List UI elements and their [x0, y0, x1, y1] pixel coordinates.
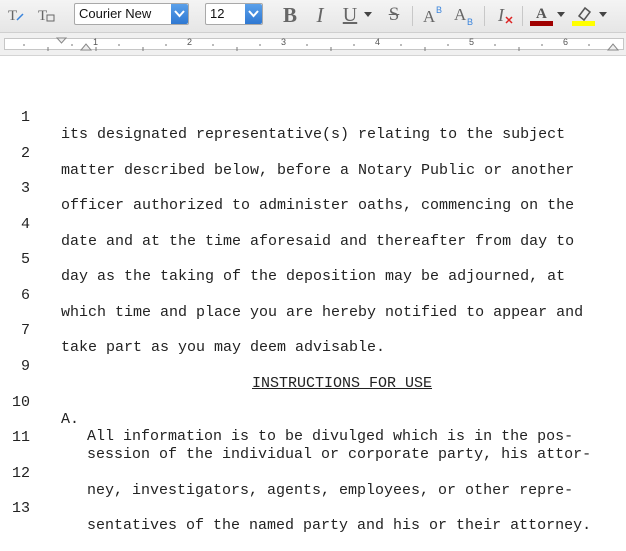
- svg-text:T: T: [8, 8, 17, 24]
- subscript-icon[interactable]: AB: [452, 3, 476, 27]
- document-line: 1 its designated representative(s) relat…: [0, 92, 626, 143]
- document-page[interactable]: 1 its designated representative(s) relat…: [0, 56, 626, 534]
- line-number: 9: [20, 358, 30, 375]
- bold-icon[interactable]: B: [278, 3, 302, 27]
- ruler-number: 5: [469, 37, 475, 47]
- chevron-down-icon[interactable]: [555, 3, 567, 27]
- chevron-down-icon[interactable]: [245, 4, 262, 24]
- superscript-icon[interactable]: AB: [421, 3, 445, 27]
- line-number: 6: [20, 287, 30, 304]
- document-line: 10 A. All information is to be divulged …: [0, 377, 626, 445]
- svg-text:A: A: [423, 7, 436, 25]
- ruler-number: 3: [281, 37, 287, 47]
- chevron-down-icon[interactable]: [597, 3, 609, 27]
- formatting-toolbar: T T Courier New 12 B I U S AB AB I A: [0, 0, 626, 33]
- ruler-number: 1: [93, 37, 99, 47]
- document-line: 7 take part as you may deem advisable.: [0, 305, 626, 356]
- document-line: 12 ney, investigators, agents, employees…: [0, 448, 626, 499]
- paragraph-style-icon[interactable]: T: [34, 3, 58, 27]
- italic-icon[interactable]: I: [308, 3, 332, 27]
- ruler-number: 4: [375, 37, 381, 47]
- svg-text:I: I: [497, 5, 505, 25]
- highlight-swatch: [572, 21, 595, 26]
- svg-text:A: A: [454, 5, 467, 24]
- right-indent-marker: [606, 43, 620, 51]
- chevron-down-icon[interactable]: [171, 4, 188, 24]
- svg-text:A: A: [536, 6, 547, 22]
- line-number: 1: [20, 109, 30, 126]
- document-heading-line: 9 INSTRUCTIONS FOR USE: [0, 341, 626, 392]
- ruler[interactable]: 1 2 3 4 5 6: [0, 33, 626, 56]
- strikethrough-icon[interactable]: S: [382, 3, 406, 27]
- line-number: 7: [20, 322, 30, 339]
- font-color-icon[interactable]: A: [529, 3, 553, 27]
- document-line: 11 session of the individual or corporat…: [0, 412, 626, 463]
- line-number: 2: [20, 145, 30, 162]
- document-line: 5 day as the taking of the deposition ma…: [0, 234, 626, 285]
- ruler-number: 6: [563, 37, 569, 47]
- line-number: 12: [11, 465, 30, 482]
- font-name-select[interactable]: Courier New: [74, 3, 189, 25]
- line-number: 4: [20, 216, 30, 233]
- font-size-value: 12: [210, 6, 225, 21]
- remove-format-icon[interactable]: I: [493, 3, 517, 27]
- document-line: 2 matter described below, before a Notar…: [0, 128, 626, 179]
- font-size-select[interactable]: 12: [205, 3, 263, 25]
- left-indent-marker: [79, 43, 93, 51]
- font-color-swatch: [530, 21, 553, 26]
- line-number: 5: [20, 251, 30, 268]
- line-number: 11: [11, 429, 30, 446]
- document-line: 13 sentatives of the named party and his…: [0, 483, 626, 534]
- chevron-down-icon[interactable]: [362, 3, 374, 27]
- clear-formatting-icon[interactable]: T: [4, 3, 28, 27]
- line-text[interactable]: sentatives of the named party and his or…: [87, 517, 591, 534]
- ruler-number: 2: [187, 37, 193, 47]
- underline-icon[interactable]: U: [338, 3, 362, 27]
- line-number: 10: [11, 394, 30, 411]
- svg-text:B: B: [436, 5, 442, 15]
- document-line: 3 officer authorized to administer oaths…: [0, 163, 626, 214]
- line-number: 3: [20, 180, 30, 197]
- svg-text:B: B: [467, 17, 473, 25]
- highlight-color-icon[interactable]: [571, 3, 595, 27]
- document-line: 6 which time and place you are hereby no…: [0, 270, 626, 321]
- font-name-value: Courier New: [79, 6, 152, 21]
- document-line: 4 date and at the time aforesaid and the…: [0, 199, 626, 250]
- first-line-indent-marker: [55, 37, 68, 44]
- line-number: 13: [11, 500, 30, 517]
- svg-text:T: T: [38, 8, 47, 24]
